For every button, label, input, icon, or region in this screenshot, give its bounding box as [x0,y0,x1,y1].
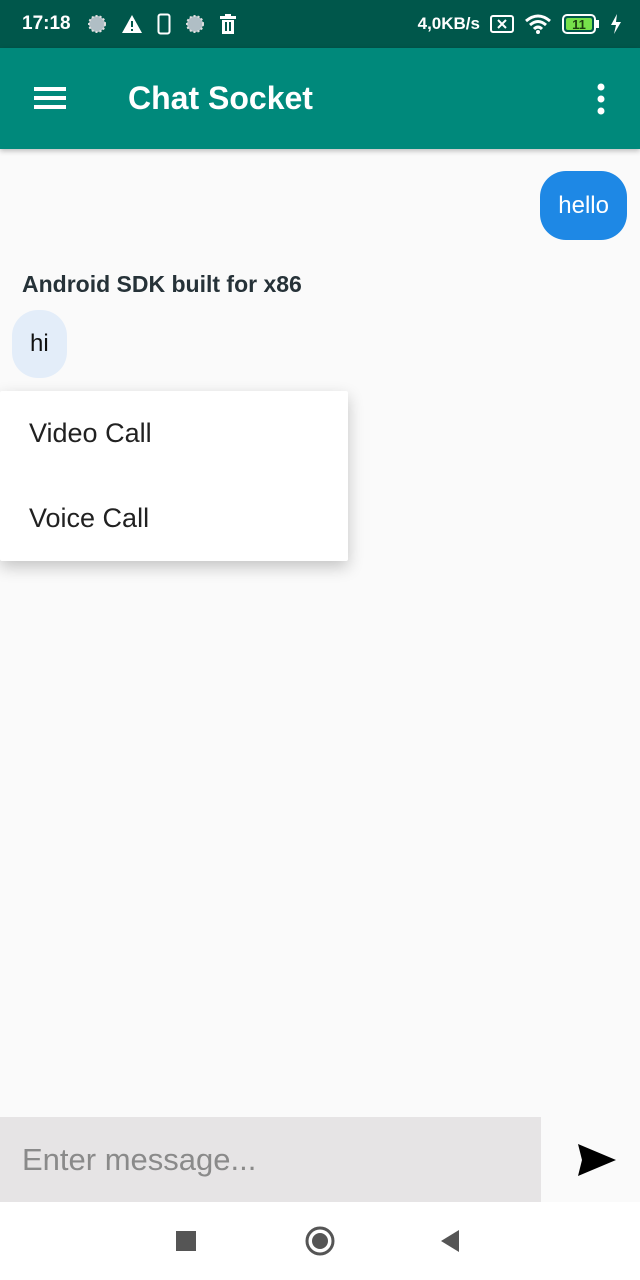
app-title: Chat Socket [128,80,313,116]
battery-level: 11 [572,16,586,32]
home-button[interactable] [290,1202,350,1280]
message-input[interactable] [0,1117,541,1202]
sim-x-icon [490,15,514,33]
status-left: 17:18 [22,0,237,48]
sync-icon [87,14,107,34]
charging-icon [610,14,622,34]
menu-item-video-call[interactable]: Video Call [0,391,348,476]
phone-icon [157,13,171,35]
status-right: 4,0KB/s 11 [418,0,622,48]
trash-icon [219,14,237,34]
hamburger-menu-icon[interactable] [30,82,70,114]
status-bar: 17:18 4,0KB/s 11 [0,0,640,48]
recents-button[interactable] [156,1202,216,1280]
warning-icon [121,14,143,34]
outgoing-message-bubble[interactable]: hello [540,171,627,240]
sync-icon [185,14,205,34]
send-icon[interactable] [576,1142,618,1178]
status-time: 17:18 [22,13,71,34]
app-bar: Chat Socket [0,48,640,149]
back-button[interactable] [420,1202,480,1280]
incoming-message-bubble[interactable]: hi [12,310,67,378]
message-composer [0,1117,541,1202]
square-icon [176,1231,196,1251]
battery-icon: 11 [562,14,600,34]
system-nav-bar [0,1202,640,1280]
network-speed: 4,0KB/s [417,14,480,33]
home-circle-icon [305,1226,335,1256]
menu-item-voice-call[interactable]: Voice Call [0,476,348,561]
message-sender-name: Android SDK built for x86 [22,271,302,297]
overflow-popup-menu: Video Call Voice Call [0,391,348,561]
overflow-menu-icon[interactable] [588,82,614,116]
wifi-icon [524,13,552,35]
back-triangle-icon [440,1230,460,1252]
